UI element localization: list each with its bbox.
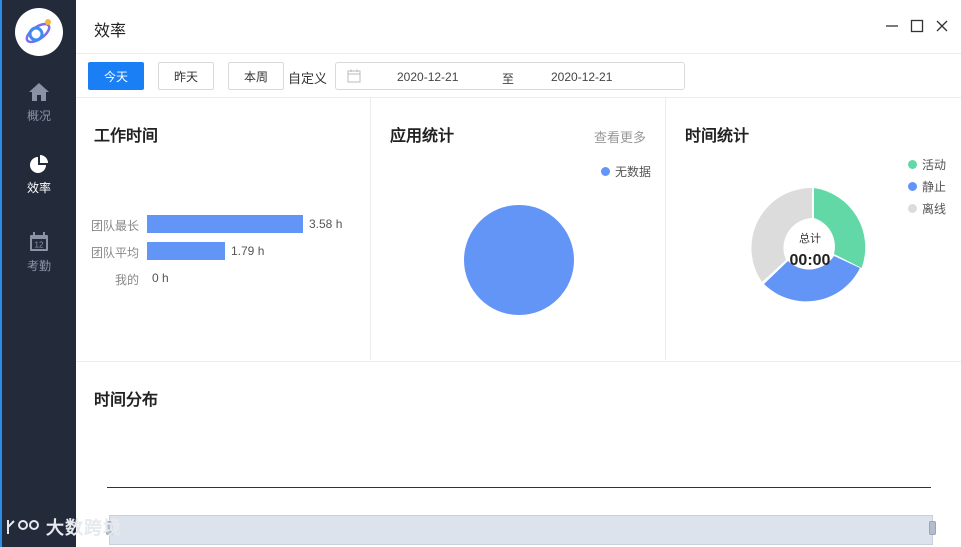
time-distribution-panel: 时间分布 [76,361,961,547]
app-pie-chart [464,205,574,315]
bar-value: 0 h [152,271,169,285]
bar-label: 团队最长 [90,219,139,233]
panel-title: 时间统计 [685,128,750,145]
bar-value: 3.58 h [309,217,343,231]
date-to-input[interactable]: 2020-12-21 [551,70,612,84]
legend-dot [908,182,917,191]
watermark-text: 大数跨境 [46,518,122,538]
sidebar-item-efficiency[interactable]: 效率 [2,144,76,204]
time-donut-chart: 总计 00:00 [750,187,870,308]
yesterday-button[interactable]: 昨天 [158,62,214,90]
bar-value: 1.79 h [231,244,265,258]
bar [147,242,225,260]
today-button[interactable]: 今天 [88,62,144,90]
watermark-logo-icon [7,520,39,534]
legend-item: 静止 [908,178,946,195]
x-axis-line [107,487,931,488]
sidebar-item-label: 考勤 [26,258,51,273]
maximize-icon [910,19,924,33]
legend-dot [908,204,917,213]
custom-range-label: 自定义 [288,71,328,86]
panel-title: 工作时间 [94,128,159,145]
bar-row: 团队平均 1.79 h [76,241,371,261]
page-title: 效率 [94,23,127,40]
sidebar-item-label: 效率 [26,180,51,195]
legend-item: 离线 [908,200,946,217]
close-icon [936,20,948,32]
sidebar-item-attendance[interactable]: 12 考勤 [2,222,76,282]
this-week-button[interactable]: 本周 [228,62,284,90]
bar-label: 团队平均 [90,246,139,260]
legend-item: 活动 [908,156,946,173]
watermark: 大数跨境 [6,514,122,540]
bar [147,215,303,233]
date-toolbar: 今天 昨天 本周 自定义 2020-12-21 至 2020-12-21 [76,54,961,98]
sidebar: 概况 效率 12 考勤 [0,0,76,547]
pie-slice-no-data [464,205,574,315]
panel-title: 时间分布 [94,392,159,409]
legend-dot [601,167,610,176]
bar-label: 我的 [114,273,139,287]
zoom-slider-track[interactable] [109,515,933,545]
pie-chart-icon [28,153,50,175]
minimize-icon [886,25,898,27]
sidebar-item-label: 概况 [26,108,51,123]
panel-title: 应用统计 [390,128,455,145]
legend-item: 无数据 [601,163,651,180]
minimize-button[interactable] [882,16,902,36]
svg-text:12: 12 [35,240,44,249]
legend-label: 静止 [922,180,947,194]
work-time-panel: 工作时间 团队最长 3.58 h 团队平均 1.79 h 我的 0 h [76,98,371,360]
calendar-icon [347,69,361,86]
bar-row: 团队最长 3.58 h [76,214,371,234]
legend-label: 离线 [922,202,947,216]
zoom-slider-handle-right[interactable] [929,521,936,535]
home-icon [28,81,50,103]
title-bar: 效率 [76,0,961,54]
donut-center-value: 00:00 [789,252,831,269]
date-from-input[interactable]: 2020-12-21 [397,70,458,84]
calendar-icon: 12 [28,231,50,253]
legend-dot [908,160,917,169]
date-separator: 至 [502,72,515,86]
legend-label: 无数据 [615,165,652,179]
app-logo [15,8,63,56]
view-more-link[interactable]: 查看更多 [594,127,646,146]
maximize-button[interactable] [907,16,927,36]
legend-label: 活动 [922,158,947,172]
app-stats-panel: 应用统计 查看更多 无数据 [372,98,666,360]
bar-row: 我的 0 h [76,268,371,288]
donut-center-label: 总计 [799,233,821,245]
close-button[interactable] [932,16,952,36]
time-stats-panel: 时间统计 活动 静止 离线 总计 00:00 [667,98,961,360]
sidebar-item-overview[interactable]: 概况 [2,72,76,132]
date-range-picker[interactable]: 2020-12-21 至 2020-12-21 [335,62,685,90]
